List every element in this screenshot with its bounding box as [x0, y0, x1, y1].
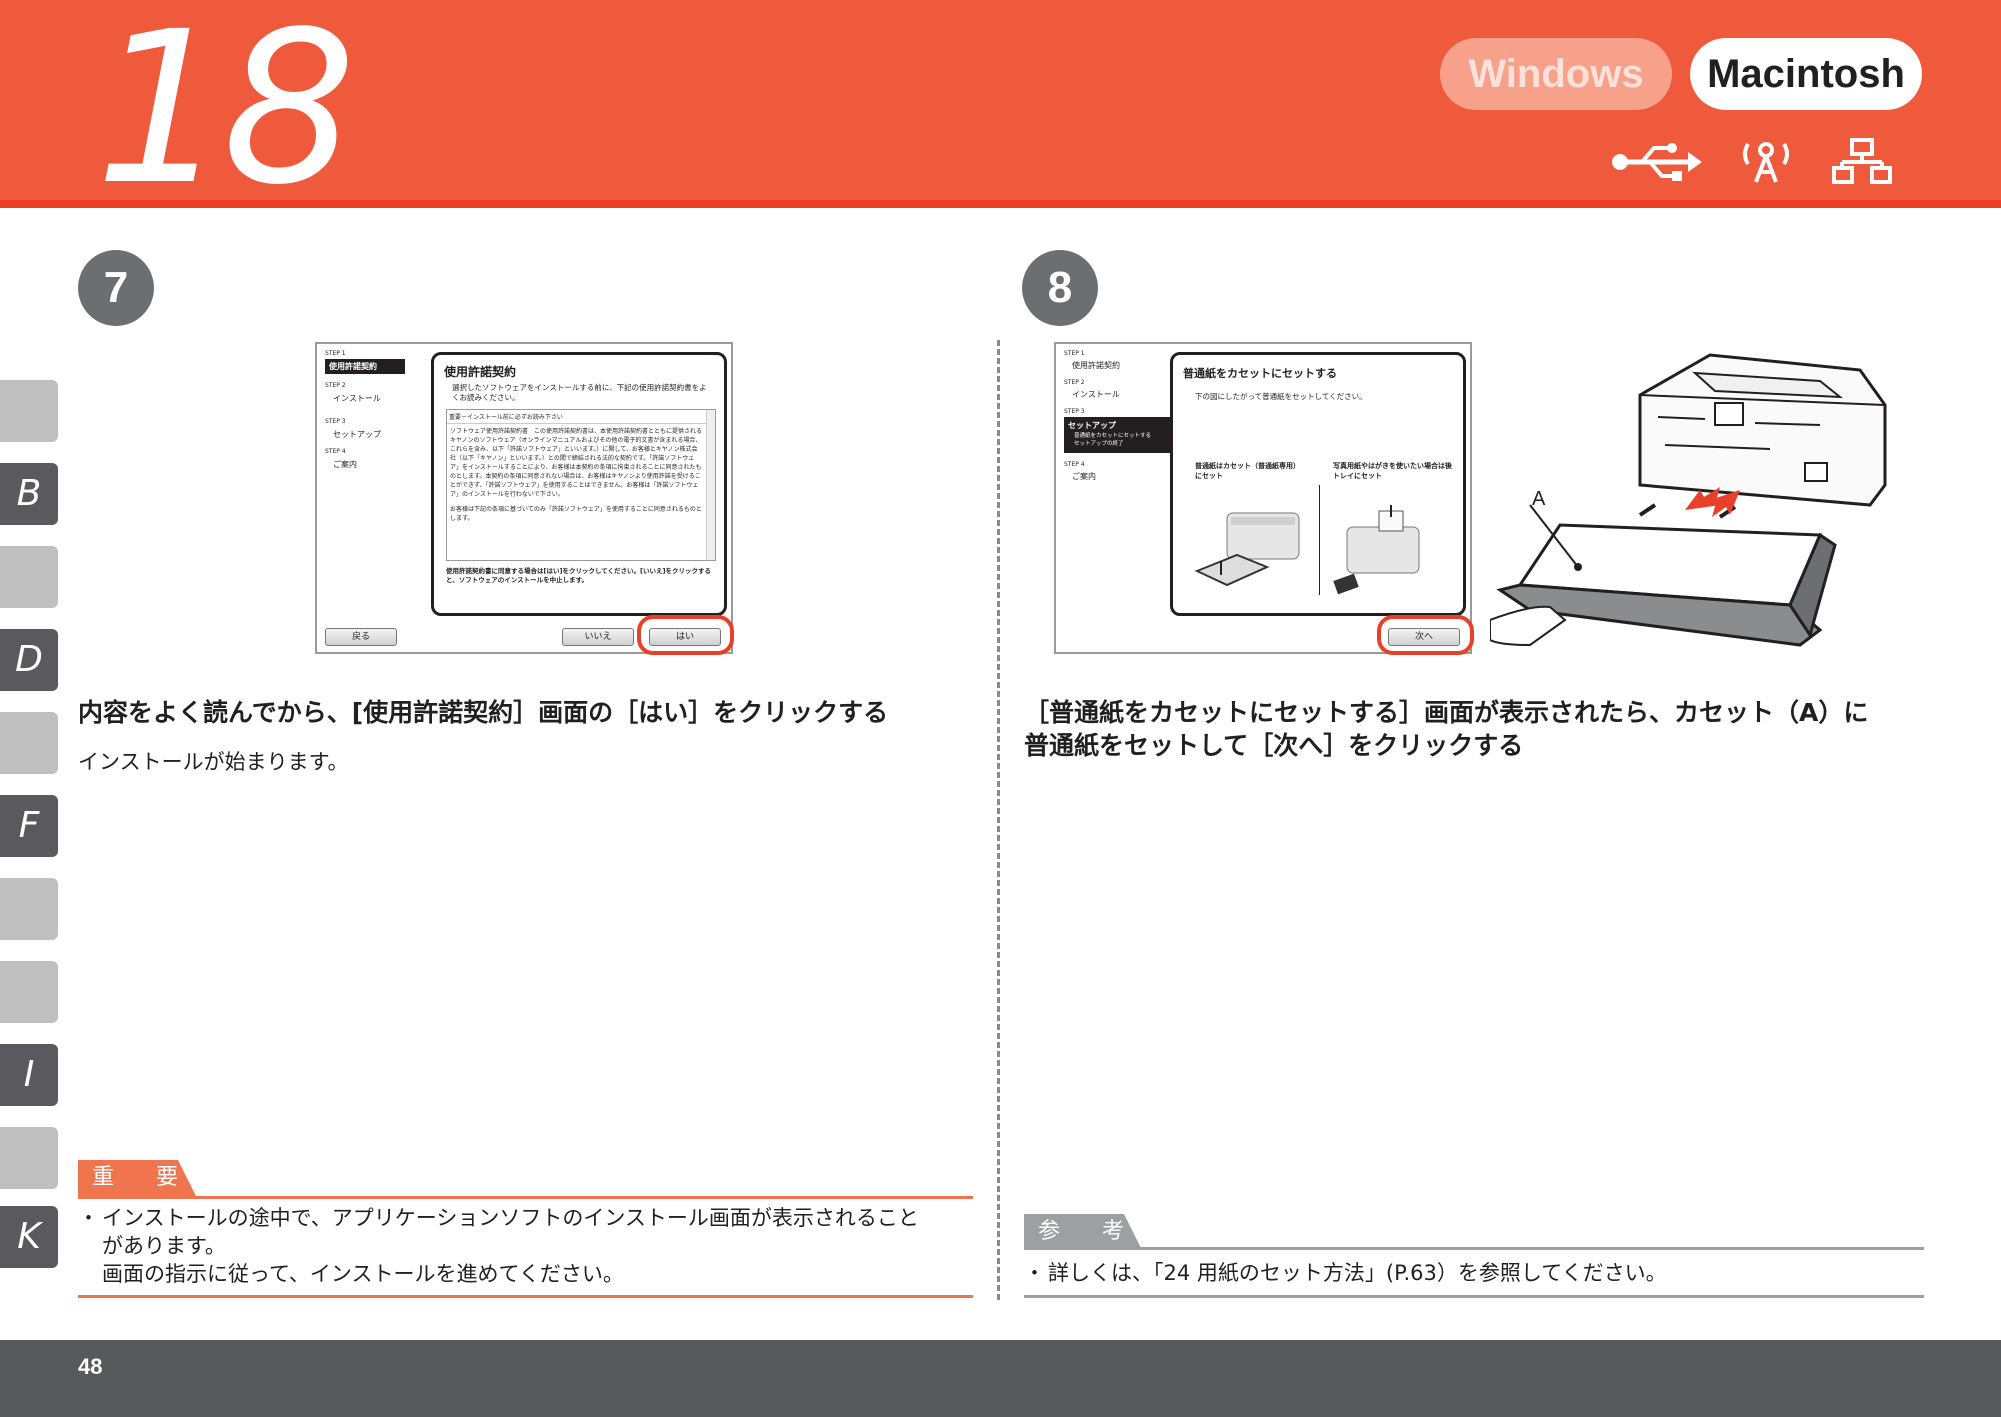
sidebar-item-setup: セットアップ — [1068, 421, 1116, 430]
sidebar-step-label: STEP 1 — [1064, 350, 1085, 357]
step-8-heading: ［普通紙をカセットにセットする］画面が表示されたら、カセット（A）に 普通紙をセ… — [1024, 696, 1954, 762]
license-text-heading: 重要－インストール前に必ずお読み下さい — [447, 410, 715, 424]
reference-note-rule — [1024, 1247, 1924, 1250]
license-intro: 選択したソフトウェアをインストールする前に、下記の使用許諾契約書をよくお読みくだ… — [452, 383, 707, 402]
sidebar-subitem-finish: セットアップの終了 — [1074, 441, 1124, 447]
sidebar-step-label: STEP 3 — [1064, 408, 1085, 415]
side-tab-h[interactable] — [0, 961, 58, 1023]
printer-cassette-illustration — [1490, 353, 1887, 647]
side-tab-c[interactable] — [0, 546, 58, 608]
license-text-box[interactable]: 重要－インストール前に必ずお読み下さい ソフトウェア使用許諾契約書 この使用許諾… — [446, 409, 716, 561]
load-paper-intro: 下の図にしたがって普通紙をセットしてください。 — [1195, 392, 1367, 401]
sidebar-step-label: STEP 4 — [1064, 461, 1085, 468]
sidebar-step-label: STEP 4 — [325, 448, 346, 455]
no-button[interactable]: いいえ — [562, 628, 634, 646]
next-button-highlight — [1377, 615, 1474, 655]
tab-macintosh[interactable]: Macintosh — [1690, 38, 1922, 110]
sidebar-item-license: 使用許諾契約 — [325, 359, 405, 374]
important-note-line: があります。 — [102, 1234, 226, 1258]
footer-bar — [0, 1340, 2001, 1417]
side-tab-j[interactable] — [0, 1127, 58, 1189]
side-tab-f[interactable]: F — [0, 795, 58, 857]
sidebar-step-label: STEP 2 — [1064, 379, 1085, 386]
network-icon — [1832, 138, 1892, 184]
side-tab-label: K — [17, 1216, 41, 1257]
sidebar-step-label: STEP 3 — [325, 418, 346, 425]
load-paper-title: 普通紙をカセットにセットする — [1183, 367, 1337, 380]
reference-note-header: 参 考 — [1024, 1214, 1924, 1254]
sidebar-item-setup-active: セットアップ 普通紙をカセットにセットする セットアップの終了 — [1064, 417, 1176, 453]
step-7-heading: 内容をよく読んでから、[使用許諾契約］画面の［はい］をクリックする — [78, 698, 889, 727]
chapter-number: 18 — [95, 0, 356, 231]
side-tab-label: I — [23, 1054, 35, 1095]
tab-windows[interactable]: Windows — [1440, 38, 1672, 110]
license-panel: 使用許諾契約 選択したソフトウェアをインストールする前に、下記の使用許諾契約書を… — [431, 352, 727, 616]
side-tab-label: B — [16, 473, 42, 514]
important-bullet: ・ — [78, 1206, 99, 1230]
sidebar-item-license: 使用許諾契約 — [1072, 361, 1120, 370]
side-tab-label: F — [18, 805, 40, 846]
step-7-badge: 7 — [78, 250, 154, 326]
step-8-heading-line: 普通紙をセットして［次へ］をクリックする — [1024, 731, 1524, 760]
reference-note-text: 詳しくは、「24 用紙のセット方法」(P.63）を参照してください。 — [1048, 1261, 1667, 1285]
page-number: 48 — [78, 1354, 103, 1379]
reference-bullet: ・ — [1024, 1261, 1045, 1285]
important-note-line: 画面の指示に従って、インストールを進めてください。 — [102, 1262, 624, 1286]
cassette-label-a: A — [1532, 488, 1546, 510]
yes-button-highlight — [637, 615, 734, 655]
side-tab-g[interactable] — [0, 878, 58, 940]
important-note-header: 重 要 — [78, 1160, 973, 1200]
side-tab-a[interactable] — [0, 380, 58, 442]
license-agree-note: 使用許諾契約書に同意する場合は[はい]をクリックしてください。[いいえ]をクリッ… — [446, 567, 711, 584]
step-7-body: インストールが始まります。 — [78, 750, 349, 774]
setup-sidebar: STEP 1 使用許諾契約 STEP 2 インストール STEP 3 セットアッ… — [1064, 350, 1176, 485]
step-8-heading-line: ［普通紙をカセットにセットする］画面が表示されたら、カセット（A）に — [1024, 698, 1869, 727]
sidebar-item-install: インストール — [1072, 390, 1120, 399]
sidebar-item-install: インストール — [333, 394, 381, 403]
step-8-badge: 8 — [1022, 250, 1098, 326]
license-title: 使用許諾契約 — [444, 365, 517, 379]
side-tab-e[interactable] — [0, 712, 58, 774]
license-text-body: ソフトウェア使用許諾契約書 この使用許諾契約書は、本使用許諾契約書とともに提供さ… — [450, 428, 703, 498]
reference-tag: 参 考 — [1038, 1219, 1135, 1244]
side-tab-i[interactable]: I — [0, 1044, 58, 1106]
side-tab-k[interactable]: K — [0, 1206, 58, 1268]
important-note-text: インストールの途中で、アプリケーションソフトのインストール画面が表示されること … — [102, 1204, 972, 1288]
back-button[interactable]: 戻る — [325, 628, 397, 646]
important-note-bottom-rule — [78, 1295, 973, 1298]
sidebar-step-label: STEP 2 — [325, 382, 346, 389]
license-text-tail: お客様は下記の条項に基づいてのみ「許諾ソフトウェア」を使用することに同意されるも… — [450, 506, 702, 522]
important-note-rule — [78, 1196, 973, 1199]
column-divider — [997, 340, 1000, 1300]
rear-tray-caption: 写真用紙やはがきを使いたい場合は後トレイにセット — [1333, 462, 1452, 480]
reference-note-bottom-rule — [1024, 1295, 1924, 1298]
important-tag: 重 要 — [92, 1165, 189, 1190]
side-tab-d[interactable]: D — [0, 629, 58, 691]
sidebar-item-setup: セットアップ — [333, 430, 381, 439]
cassette-printer-image — [1194, 512, 1300, 587]
sidebar-item-guide: ご案内 — [333, 460, 357, 469]
cassette-caption: 普通紙はカセット（普通紙専用）にセット — [1195, 462, 1300, 480]
important-note-line: インストールの途中で、アプリケーションソフトのインストール画面が表示されること — [102, 1206, 919, 1230]
sidebar-step-label: STEP 1 — [325, 350, 346, 357]
side-tab-label: D — [15, 639, 43, 680]
license-scrollbar[interactable] — [706, 410, 715, 560]
rear-tray-printer-image — [1333, 505, 1420, 595]
sidebar-item-guide: ご案内 — [1072, 472, 1096, 481]
sidebar-subitem-load-paper: 普通紙をカセットにセットする — [1074, 433, 1152, 439]
license-sidebar: STEP 1 使用許諾契約 STEP 2 インストール STEP 3 セットアッ… — [325, 350, 405, 474]
license-agreement-screenshot: STEP 1 使用許諾契約 STEP 2 インストール STEP 3 セットアッ… — [315, 342, 733, 654]
side-tab-b[interactable]: B — [0, 463, 58, 525]
wireless-icon — [1743, 142, 1789, 183]
caption-divider — [1319, 485, 1320, 595]
load-paper-screenshot: STEP 1 使用許諾契約 STEP 2 インストール STEP 3 セットアッ… — [1054, 342, 1472, 654]
load-paper-panel: 普通紙をカセットにセットする 下の図にしたがって普通紙をセットしてください。 普… — [1170, 352, 1466, 616]
usb-icon — [1612, 143, 1702, 181]
